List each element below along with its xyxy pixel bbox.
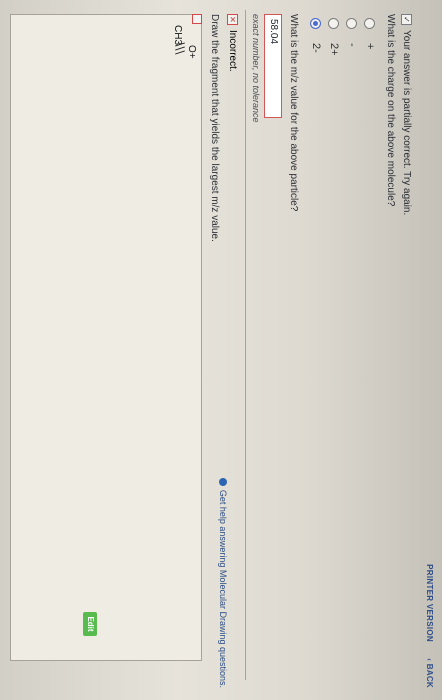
radio-icon[interactable] [310,18,322,29]
answer-option[interactable]: 2- [307,18,325,674]
radio-icon[interactable] [328,18,340,29]
question-block: ✓ Your answer is partially correct. Try … [251,14,412,674]
partial-feedback: ✓ Your answer is partially correct. Try … [401,14,412,674]
radio-icon[interactable] [346,18,358,29]
answer-option[interactable]: - [343,18,361,674]
tolerance-hint: exact number, no tolerance [251,14,262,123]
answer-option[interactable]: + [361,18,379,674]
charge-answers: + - 2+ 2- [307,18,379,674]
incorrect-feedback: ✕ Incorrect. [227,14,238,72]
printer-version-link[interactable]: PRINTER VERSION [425,564,434,642]
drawing-canvas[interactable]: O+ CH3 Edit [10,14,202,661]
radio-icon[interactable] [364,18,376,29]
check-icon: ✓ [401,14,412,25]
help-link[interactable]: Get help answering Molecular Drawing que… [218,477,228,688]
separator-line [245,10,246,680]
draw-prompt: Draw the fragment that yields the larges… [209,14,220,242]
page-stage: PRINTER VERSION ‹ BACK ✓ Your answer is … [0,0,442,700]
mz-input[interactable] [264,14,283,118]
mz-question-block: What is the m/z value for the above part… [251,14,299,674]
back-link[interactable]: ‹ BACK [425,658,434,688]
answer-option[interactable]: 2+ [325,18,343,674]
corner-marker-icon [192,14,202,24]
top-links: PRINTER VERSION ‹ BACK [425,550,434,688]
info-icon [219,477,227,486]
charge-question: What is the charge on the above molecule… [385,14,396,207]
bond-lines [167,36,187,76]
oxygen-label: O+ [186,45,197,59]
mz-question: What is the m/z value for the above part… [288,14,299,212]
edit-button[interactable]: Edit [83,612,97,636]
x-icon: ✕ [227,14,238,25]
